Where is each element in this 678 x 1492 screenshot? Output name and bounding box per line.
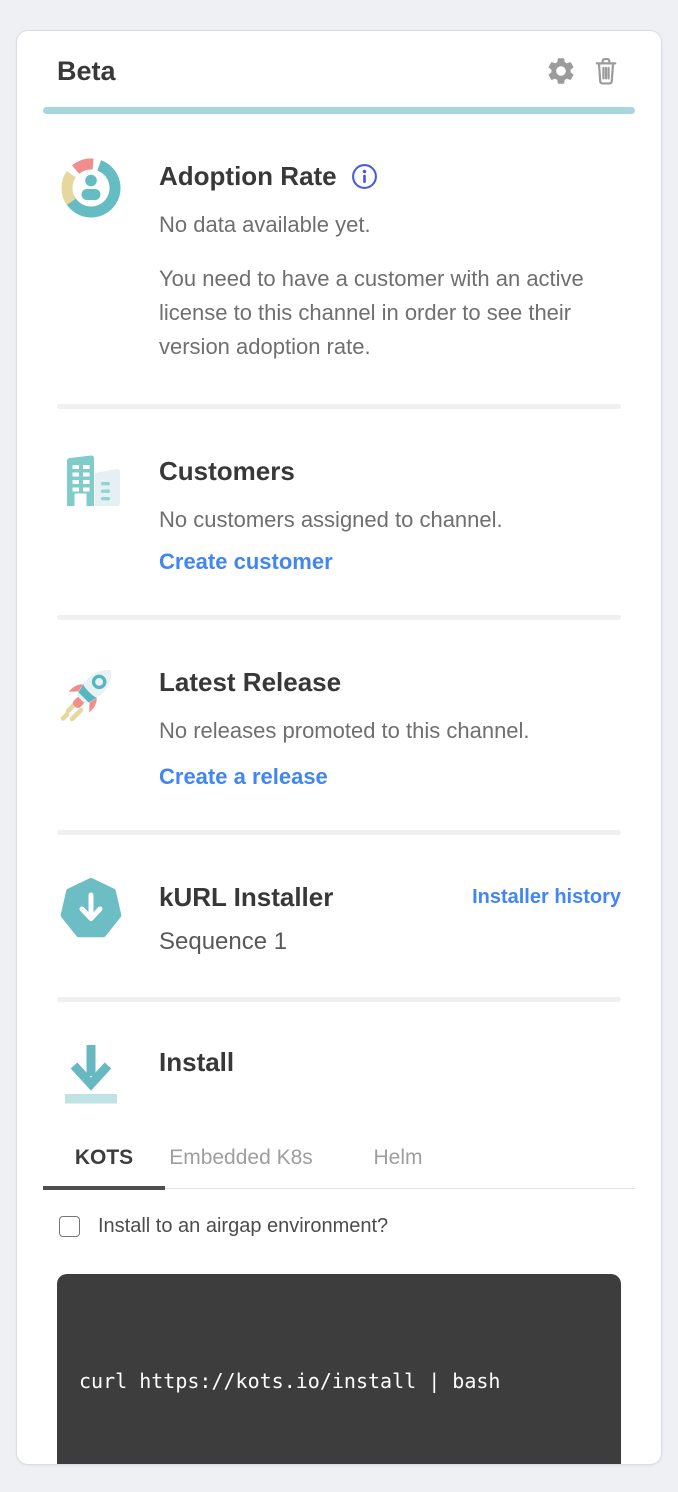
customers-title: Customers	[159, 455, 295, 487]
airgap-row: Install to an airgap environment?	[59, 1215, 635, 1238]
download-icon	[57, 1038, 125, 1110]
adoption-rate-title: Adoption Rate	[159, 160, 337, 192]
tab-helm[interactable]: Helm	[317, 1134, 479, 1190]
kurl-installer-title: kURL Installer	[159, 881, 333, 913]
customers-empty-text: No customers assigned to channel.	[159, 503, 635, 537]
adoption-empty-text: No data available yet.	[159, 208, 635, 242]
tab-kots[interactable]: KOTS	[43, 1134, 165, 1190]
kurl-heptagon-download-icon	[57, 873, 125, 945]
section-divider	[57, 615, 621, 620]
install-command-block: curl https://kots.io/install | bash kube…	[57, 1274, 621, 1466]
settings-icon[interactable]	[545, 55, 577, 87]
latest-release-section: Latest Release No releases promoted to t…	[43, 658, 635, 790]
adoption-rate-section: Adoption Rate No data available yet. You…	[43, 152, 635, 364]
section-divider	[57, 997, 621, 1002]
section-divider	[57, 404, 621, 409]
installer-sequence: Sequence 1	[159, 927, 635, 957]
airgap-label: Install to an airgap environment?	[98, 1215, 388, 1238]
channel-accent-bar	[43, 107, 635, 114]
tab-embedded-k8s[interactable]: Embedded K8s	[165, 1134, 317, 1190]
channel-card-header: Beta	[43, 31, 635, 87]
channel-card: Beta	[16, 30, 662, 1465]
section-divider	[57, 830, 621, 835]
install-title: Install	[159, 1046, 234, 1078]
rocket-icon	[57, 658, 125, 730]
channel-title: Beta	[57, 55, 116, 87]
adoption-donut-people-icon	[57, 152, 125, 224]
code-line: curl https://kots.io/install | bash	[79, 1364, 599, 1399]
adoption-help-text: You need to have a customer with an acti…	[159, 262, 614, 364]
info-icon[interactable]	[351, 163, 378, 190]
release-empty-text: No releases promoted to this channel.	[159, 714, 635, 748]
install-section: Install	[43, 1038, 635, 1110]
create-customer-link[interactable]: Create customer	[159, 549, 333, 575]
create-release-link[interactable]: Create a release	[159, 764, 328, 790]
header-actions	[545, 55, 621, 87]
trash-icon[interactable]	[591, 55, 621, 87]
install-tabs: KOTS Embedded K8s Helm	[43, 1134, 635, 1189]
customers-section: Customers No customers assigned to chann…	[43, 447, 635, 575]
latest-release-title: Latest Release	[159, 666, 341, 698]
kurl-installer-section: kURL Installer Installer history Sequenc…	[43, 873, 635, 957]
installer-history-link[interactable]: Installer history	[472, 886, 621, 909]
airgap-checkbox[interactable]	[59, 1216, 80, 1237]
buildings-icon	[57, 447, 125, 519]
